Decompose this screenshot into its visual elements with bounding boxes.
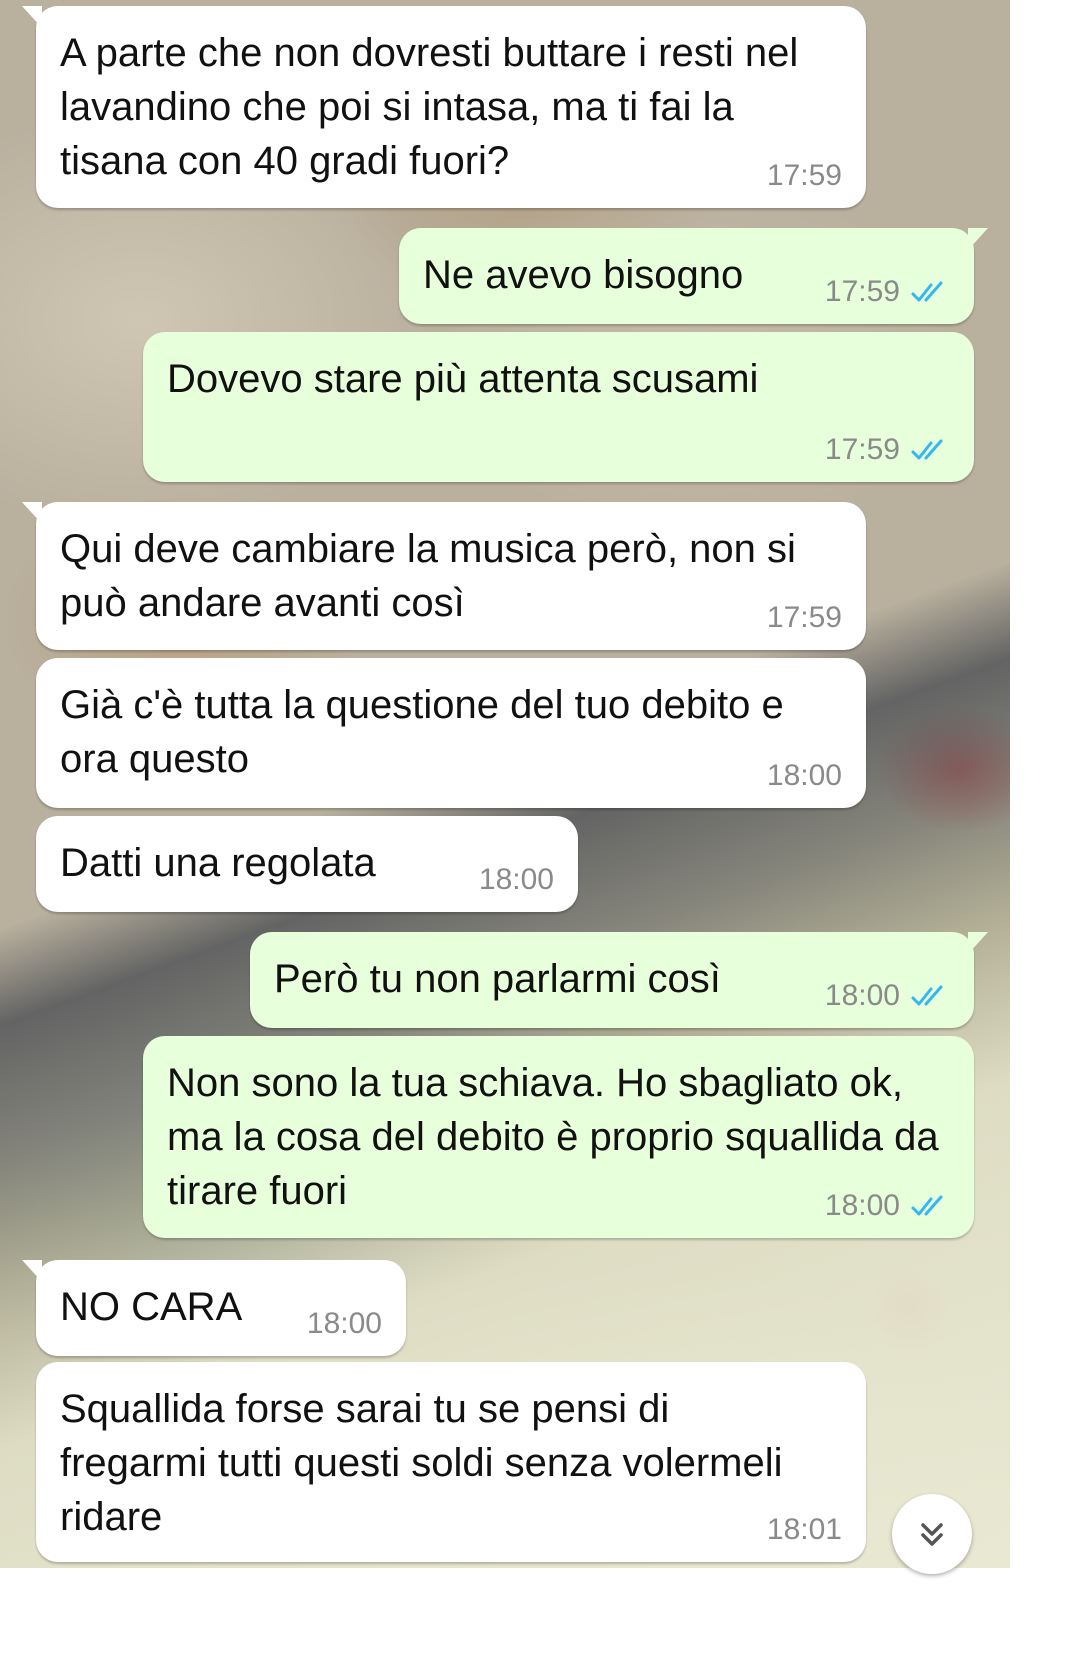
bubble-tail: [22, 502, 42, 524]
message-text: Qui deve cambiare la musica però, non si…: [60, 527, 796, 625]
message-bubble-outgoing[interactable]: Però tu non parlarmi così 18:00: [250, 932, 988, 1028]
message-bubble-incoming[interactable]: Qui deve cambiare la musica però, non si…: [22, 502, 866, 650]
message-time: 18:00: [306, 1307, 382, 1340]
bubble-tail: [22, 1260, 42, 1282]
message-time: 18:01: [766, 1513, 842, 1546]
message-meta: 17:59: [825, 432, 950, 468]
double-chevron-down-icon: [921, 1523, 943, 1546]
bubble-tail: [968, 932, 988, 954]
message-bubble-outgoing[interactable]: Dovevo stare più attenta scusami 17:59: [143, 332, 974, 482]
message-bubble-outgoing[interactable]: Ne avevo bisogno 17:59: [399, 228, 988, 324]
message-bubble-incoming[interactable]: Datti una regolata 18:00: [36, 816, 578, 912]
message-bubble-incoming[interactable]: A parte che non dovresti buttare i resti…: [22, 6, 866, 208]
message-meta: 17:59: [767, 158, 842, 194]
message-bubble-outgoing[interactable]: Non sono la tua schiava. Ho sbagliato ok…: [143, 1036, 974, 1238]
message-time: 18:00: [766, 759, 842, 792]
message-time: 17:59: [824, 275, 900, 308]
message-time: 17:59: [766, 159, 842, 192]
message-text: Già c'è tutta la questione del tuo debit…: [60, 683, 784, 781]
message-time: 17:59: [766, 601, 842, 634]
message-meta: 18:00: [307, 1306, 382, 1342]
message-time: 18:00: [478, 863, 554, 896]
message-text: A parte che non dovresti buttare i resti…: [60, 31, 799, 183]
scroll-to-bottom-button[interactable]: [892, 1494, 972, 1574]
double-check-read-icon: [911, 439, 943, 460]
message-meta: 18:00: [825, 1188, 950, 1224]
bubble-tail: [968, 228, 988, 250]
message-meta: 18:01: [767, 1512, 842, 1548]
bubble-tail: [22, 6, 42, 28]
message-time: 18:00: [824, 979, 900, 1012]
message-meta: 17:59: [825, 274, 950, 310]
double-check-read-icon: [911, 985, 943, 1006]
message-meta: 18:00: [767, 758, 842, 794]
message-bubble-incoming[interactable]: Già c'è tutta la questione del tuo debit…: [36, 658, 866, 808]
message-bubble-incoming[interactable]: Squallida forse sarai tu se pensi di fre…: [36, 1362, 866, 1562]
message-bubble-incoming[interactable]: NO CARA 18:00: [22, 1260, 406, 1356]
double-check-read-icon: [911, 1195, 943, 1216]
message-text: Dovevo stare più attenta scusami: [167, 357, 759, 401]
message-time: 18:00: [824, 1189, 900, 1222]
message-meta: 18:00: [479, 862, 554, 898]
message-text: Squallida forse sarai tu se pensi di fre…: [60, 1387, 783, 1539]
message-time: 17:59: [824, 433, 900, 466]
message-list[interactable]: A parte che non dovresti buttare i resti…: [0, 0, 1010, 1568]
message-meta: 18:00: [825, 978, 950, 1014]
double-check-read-icon: [911, 281, 943, 302]
message-meta: 17:59: [767, 600, 842, 636]
